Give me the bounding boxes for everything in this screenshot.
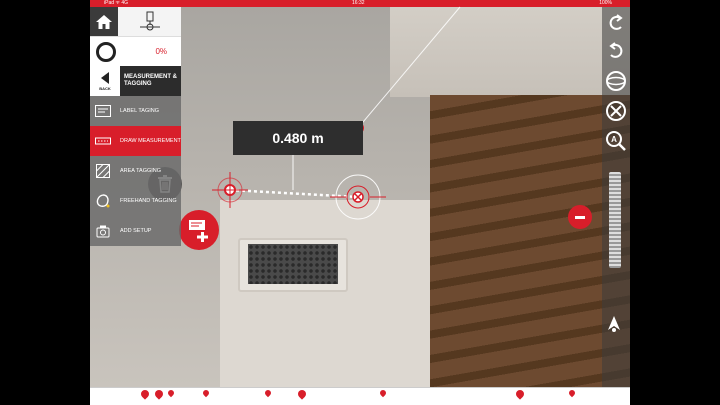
letterbox-left — [0, 0, 90, 405]
undo-button[interactable] — [604, 11, 628, 35]
cancel-button[interactable] — [604, 99, 628, 123]
scene-vent-grill — [248, 244, 338, 284]
area-tag-icon — [95, 164, 111, 178]
distance-label[interactable]: 0.480 m — [233, 121, 363, 155]
compass-icon — [608, 316, 620, 332]
scene-pillar — [220, 200, 430, 387]
menu-item-label: DRAW MEASUREMENT — [120, 138, 181, 144]
camera-setup-icon — [95, 224, 111, 238]
add-tag-button[interactable] — [179, 210, 219, 250]
draw-measurement-icon — [95, 134, 111, 148]
status-bar: iPad ᯤ 4G 16:32 100% — [90, 0, 630, 7]
svg-text:A: A — [611, 135, 617, 144]
zoom-icon: A — [606, 131, 626, 151]
timeline-pin[interactable] — [296, 388, 308, 402]
back-button[interactable]: BACK — [90, 66, 120, 96]
status-carrier: iPad ᯤ 4G — [104, 0, 129, 6]
progress-row: 0% — [90, 36, 181, 66]
progress-ring — [96, 41, 116, 62]
mode-title: MEASUREMENT & TAGGING — [120, 66, 181, 96]
undo-icon — [609, 14, 623, 30]
timeline-pin[interactable] — [201, 388, 211, 402]
scene-ceiling — [390, 7, 630, 97]
pin-icon — [567, 388, 577, 398]
pin-icon — [263, 388, 273, 398]
left-panel: 0% BACK MEASUREMENT & TAGGING LABEL TAGI… — [90, 7, 181, 246]
pin-icon — [139, 388, 151, 400]
status-time: 16:32 — [352, 0, 365, 6]
menu-item-freehand-tagging[interactable]: FREEHAND TAGGING — [90, 186, 181, 216]
tagging-menu: LABEL TAGING DRAW MEASUREMENT AREA TAGGI… — [90, 96, 181, 246]
home-icon — [96, 14, 112, 29]
timeline-pin[interactable] — [378, 388, 388, 402]
menu-item-add-setup[interactable]: ADD SETUP — [90, 216, 181, 246]
pin-icon — [153, 388, 165, 400]
menu-item-label: AREA TAGGING — [120, 168, 162, 174]
timeline-pin[interactable] — [514, 388, 526, 402]
timeline-pin[interactable] — [139, 388, 151, 402]
pin-icon — [166, 388, 176, 398]
level-icon — [139, 11, 160, 30]
pin-icon — [201, 388, 211, 398]
redo-icon — [609, 42, 623, 58]
cancel-icon — [606, 101, 626, 121]
menu-item-label: LABEL TAGING — [120, 108, 160, 114]
tag-timeline[interactable] — [90, 387, 630, 405]
menu-item-label: ADD SETUP — [120, 228, 152, 234]
level-button[interactable] — [118, 7, 181, 36]
globe-button[interactable] — [604, 69, 628, 93]
pin-icon — [378, 388, 388, 398]
label-tag-icon — [95, 104, 111, 118]
menu-item-label: FREEHAND TAGGING — [120, 198, 177, 204]
back-label: BACK — [99, 85, 111, 91]
freehand-tag-icon — [95, 194, 111, 208]
progress-percent: 0% — [155, 47, 167, 56]
timeline-pin[interactable] — [263, 388, 273, 402]
remove-point-button[interactable] — [568, 205, 592, 229]
zoom-button[interactable]: A — [604, 129, 628, 153]
pin-icon — [514, 388, 526, 400]
timeline-pin[interactable] — [166, 388, 176, 402]
minus-icon — [575, 215, 585, 219]
timeline-pin[interactable] — [153, 388, 165, 402]
globe-icon — [606, 71, 626, 91]
scene-staircase — [430, 95, 630, 387]
menu-item-label-tagging[interactable]: LABEL TAGING — [90, 96, 181, 126]
zoom-slider[interactable] — [609, 172, 621, 268]
status-battery: 100% — [599, 0, 612, 6]
redo-button[interactable] — [604, 39, 628, 63]
home-button[interactable] — [90, 7, 118, 36]
menu-item-area-tagging[interactable]: AREA TAGGING — [90, 156, 181, 186]
timeline-pin[interactable] — [567, 388, 577, 402]
pin-icon — [296, 388, 308, 400]
letterbox-right — [630, 0, 720, 405]
ar-viewport[interactable]: iPad ᯤ 4G 16:32 100% 0.480 m 0% BACK MEA… — [90, 0, 630, 405]
back-arrow-icon — [101, 71, 109, 84]
add-label-icon — [189, 220, 208, 242]
menu-item-draw-measurement[interactable]: DRAW MEASUREMENT — [90, 126, 181, 156]
